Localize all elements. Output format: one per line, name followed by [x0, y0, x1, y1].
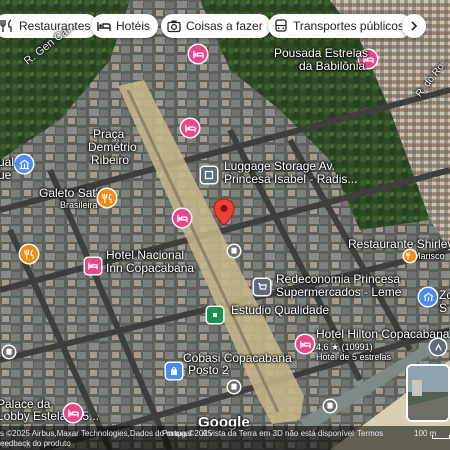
bed-icon: [192, 50, 204, 58]
landmark-icon: [19, 159, 29, 169]
bus-icon: [274, 19, 288, 33]
place-label-galeto[interactable]: Galeto Sat's: [39, 187, 104, 200]
place-label-left-edge-2[interactable]: ue: [0, 169, 11, 182]
chip-restaurants[interactable]: Restaurantes: [0, 14, 99, 38]
bed-icon: [97, 19, 111, 33]
shopping-bag-icon: [171, 367, 177, 375]
arrow-icon: [434, 342, 442, 351]
cart-icon: [258, 282, 267, 290]
place-label-shirley-sub: Marisco: [413, 251, 445, 261]
fork-knife-icon: [101, 192, 112, 203]
hotel-pin-palace[interactable]: [64, 404, 82, 422]
feedback-link[interactable]: eedback do produto: [0, 439, 71, 448]
place-label-hilton-rating: 4,6 ★ (10991): [316, 342, 373, 352]
bus-icon: [231, 383, 237, 390]
square-icon: [213, 313, 217, 317]
terms-link[interactable]: Termos: [357, 429, 383, 438]
street-view-thumbnail[interactable]: [406, 364, 450, 422]
attribution-bar: s ©2025 Airbus,Maxar Technologies,Dados …: [0, 426, 450, 450]
selected-location-pin[interactable]: [213, 198, 235, 226]
fork-knife-icon: [406, 252, 410, 260]
bed-icon: [299, 340, 311, 348]
bed-icon: [88, 262, 98, 270]
place-label-hotel-nacional-2[interactable]: Inn Copacabana: [106, 262, 194, 275]
hotel-pin-mid[interactable]: [173, 209, 191, 227]
region-label[interactable]: Portugal: [162, 429, 192, 438]
chip-hotels[interactable]: Hotéis: [91, 14, 159, 38]
attraction-pin-right[interactable]: [419, 288, 437, 306]
food-pin-left[interactable]: [20, 245, 38, 263]
bus-icon: [231, 247, 237, 254]
place-label-hilton[interactable]: Hotel Hilton Copacabana: [316, 328, 449, 341]
transit-stop-pin[interactable]: [228, 245, 240, 257]
attraction-pin-left[interactable]: [15, 155, 33, 173]
transit-stop-bottom[interactable]: [228, 381, 240, 393]
place-label-cobasi-2[interactable]: Posto 2: [188, 364, 229, 377]
place-label-estudio[interactable]: Estúdio Qualidade: [231, 304, 329, 317]
food-pin-galeto[interactable]: [98, 189, 116, 207]
chevron-right-icon: [411, 21, 418, 31]
place-label-hilton-sub: Hotel de 5 estrelas: [316, 352, 392, 362]
place-label-right-edge-2[interactable]: S: [439, 302, 447, 315]
place-label-praca-3[interactable]: Ribeiro: [91, 154, 129, 167]
hotel-pin-pousada[interactable]: [189, 45, 207, 63]
place-label-luggage-2[interactable]: Princesa Isabel - Radis...: [224, 173, 357, 186]
shop-pin-princesa[interactable]: [254, 279, 270, 295]
shop-pin-estudio[interactable]: [207, 307, 223, 323]
bed-icon: [176, 214, 188, 222]
place-label-princesa-2[interactable]: Supermercados - Leme: [276, 286, 401, 299]
bus-icon: [6, 348, 12, 355]
bus-icon: [327, 402, 333, 409]
pet-shop-pin-cobasi[interactable]: [166, 363, 182, 379]
place-label-shirley[interactable]: Restaurante Shirley: [348, 238, 450, 251]
bed-icon: [184, 124, 196, 132]
transit-stop-beach[interactable]: [324, 400, 336, 412]
place-label-galeto-sub: Brasileira: [60, 200, 98, 210]
chips-next-button[interactable]: [402, 14, 426, 38]
landmark-icon: [423, 292, 433, 301]
attraction-pin-edge[interactable]: [430, 339, 446, 355]
hotel-pin-hilton[interactable]: [296, 335, 314, 353]
place-label-palace-2[interactable]: Lobby Estelar R5...: [0, 410, 99, 423]
bed-icon: [67, 409, 79, 417]
chip-public-transport[interactable]: Transportes públicos: [268, 14, 412, 38]
food-pin-shirley[interactable]: [404, 250, 416, 262]
storage-icon: [204, 170, 214, 180]
scale-bar: [432, 435, 450, 439]
fork-knife-icon: [0, 19, 14, 33]
street-view-preview-image: [408, 366, 448, 420]
transit-stop-left[interactable]: [3, 346, 15, 358]
camera-icon: [167, 19, 181, 33]
3d-unavailable-notice: A vista da Terra em 3D não está disponív…: [202, 429, 354, 438]
place-label-pousada-2[interactable]: da Babilônia: [299, 60, 365, 73]
hotel-pin-avenue[interactable]: [181, 119, 199, 137]
service-pin-luggage[interactable]: [201, 167, 217, 183]
hotel-pin-nacional[interactable]: [85, 258, 101, 274]
chip-things-to-do[interactable]: Coisas a fazer: [161, 14, 271, 38]
fork-knife-icon: [23, 248, 34, 259]
